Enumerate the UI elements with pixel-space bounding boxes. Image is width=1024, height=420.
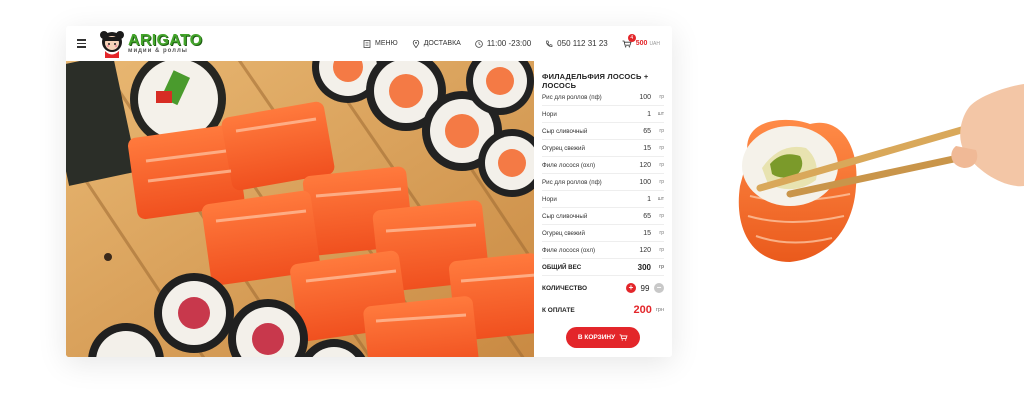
ingredient-row: Огурец свежий 15 гр: [542, 140, 664, 157]
working-hours-text: 11:00 -23:00: [486, 39, 532, 48]
logo[interactable]: ARIGATO мидии & роллы: [99, 30, 202, 58]
ingredient-amount: 100: [639, 178, 651, 186]
ingredient-unit: гр: [659, 247, 664, 253]
product-details-panel: ФИЛАДЕЛЬФИЯ ЛОСОСЬ + ЛОСОСЬ Рис для ролл…: [534, 61, 672, 357]
ingredient-row: Нори 1 шт: [542, 106, 664, 123]
ingredient-row: Филе лосося (охл) 120 гр: [542, 157, 664, 174]
ingredient-unit: шт: [657, 111, 664, 117]
quantity-value[interactable]: 99: [636, 284, 654, 293]
hamburger-menu-icon[interactable]: [77, 39, 86, 48]
ingredient-row: Сыр сливочный 65 гр: [542, 208, 664, 225]
cart-button[interactable]: 4 500 UAH: [622, 33, 660, 48]
cart-total: 500 UAH: [636, 40, 660, 47]
ingredient-row: Филе лосося (охл) 120 гр: [542, 242, 664, 259]
add-to-cart-label: В КОРЗИНУ: [577, 334, 616, 341]
ingredient-amount: 65: [643, 127, 651, 135]
ingredient-row: Нори 1 шт: [542, 191, 664, 208]
ingredient-unit: гр: [659, 145, 664, 151]
ingredient-name: Огурец свежий: [542, 144, 585, 152]
phone-link[interactable]: 050 112 31 23: [545, 39, 608, 48]
cart-count-badge: 4: [627, 33, 636, 42]
add-to-cart-button[interactable]: В КОРЗИНУ: [566, 327, 640, 348]
nav-menu[interactable]: МЕНЮ: [363, 39, 398, 48]
nav-delivery[interactable]: ДОСТАВКА: [412, 39, 461, 48]
ingredient-name: Нори: [542, 195, 557, 203]
mascot-logo-icon: [100, 31, 124, 58]
logo-brand: ARIGATO: [128, 32, 203, 49]
payment-currency: грн: [655, 307, 664, 313]
nav-delivery-label: ДОСТАВКА: [423, 40, 461, 47]
cart-currency: UAH: [649, 41, 660, 47]
sushi-rolls-image: [66, 61, 534, 357]
payment-label: К ОПЛАТЕ: [542, 306, 575, 314]
quantity-label: КОЛИЧЕСТВО: [542, 284, 588, 292]
ingredient-unit: гр: [659, 94, 664, 100]
location-pin-icon: [412, 39, 419, 48]
phone-number: 050 112 31 23: [557, 39, 608, 48]
product-photo: [66, 61, 534, 357]
ingredient-name: Филе лосося (охл): [542, 161, 596, 169]
ingredient-unit: гр: [659, 179, 664, 185]
payment-amount: 200: [633, 304, 652, 316]
ingredient-amount: 120: [639, 246, 651, 254]
ingredient-row: Огурец свежий 15 гр: [542, 225, 664, 242]
product-card: ARIGATO мидии & роллы МЕНЮ ДОСТАВКА 11:0…: [66, 26, 672, 357]
nav-menu-label: МЕНЮ: [375, 40, 398, 47]
ingredient-name: Рис для роллов (пф): [542, 93, 602, 101]
ingredient-unit: гр: [659, 213, 664, 219]
total-weight-row: ОБЩИЙ ВЕС 300 гр: [542, 259, 664, 276]
ingredient-amount: 15: [643, 229, 651, 237]
ingredient-amount: 1: [647, 195, 651, 203]
total-weight-amount: 300: [637, 262, 651, 272]
ingredient-name: Сыр сливочный: [542, 127, 588, 135]
total-weight-unit: гр: [658, 264, 664, 270]
ingredient-unit: гр: [659, 162, 664, 168]
working-hours: 11:00 -23:00: [475, 39, 531, 48]
ingredient-row: Рис для роллов (пф) 100 гр: [542, 89, 664, 106]
quantity-selector: КОЛИЧЕСТВО + 99 −: [542, 283, 664, 293]
ingredient-amount: 120: [639, 161, 651, 169]
ingredient-row: Рис для роллов (пф) 100 гр: [542, 174, 664, 191]
ingredient-unit: гр: [659, 128, 664, 134]
ingredient-unit: шт: [657, 196, 664, 202]
sushi-with-chopsticks-image: [738, 84, 1024, 262]
ingredient-amount: 1: [647, 110, 651, 118]
ingredient-amount: 65: [643, 212, 651, 220]
product-title: ФИЛАДЕЛЬФИЯ ЛОСОСЬ + ЛОСОСЬ: [542, 72, 649, 90]
ingredient-amount: 15: [643, 144, 651, 152]
ingredient-row: Сыр сливочный 65 гр: [542, 123, 664, 140]
cart-price: 500: [635, 40, 648, 47]
ingredient-name: Филе лосося (охл): [542, 246, 596, 254]
header: ARIGATO мидии & роллы МЕНЮ ДОСТАВКА 11:0…: [66, 26, 672, 61]
ingredient-name: Рис для роллов (пф): [542, 178, 602, 186]
quantity-plus-button[interactable]: +: [626, 283, 636, 293]
total-weight-label: ОБЩИЙ ВЕС: [542, 263, 582, 271]
ingredient-name: Сыр сливочный: [542, 212, 588, 220]
top-nav: МЕНЮ ДОСТАВКА 11:00 -23:00 050 112 31 23…: [363, 26, 660, 61]
ingredient-unit: гр: [659, 230, 664, 236]
ingredient-name: Огурец свежий: [542, 229, 585, 237]
clock-icon: [475, 39, 483, 48]
cart-icon: [619, 334, 628, 341]
quantity-minus-button[interactable]: −: [654, 283, 664, 293]
phone-icon: [546, 40, 553, 47]
ingredients-list: Рис для роллов (пф) 100 гр Нори 1 шт Сыр сли…: [542, 89, 664, 276]
ingredient-amount: 100: [639, 93, 651, 101]
payment-summary: К ОПЛАТЕ 200 грн: [542, 304, 664, 316]
ingredient-name: Нори: [542, 110, 557, 118]
menu-book-icon: [363, 39, 371, 48]
